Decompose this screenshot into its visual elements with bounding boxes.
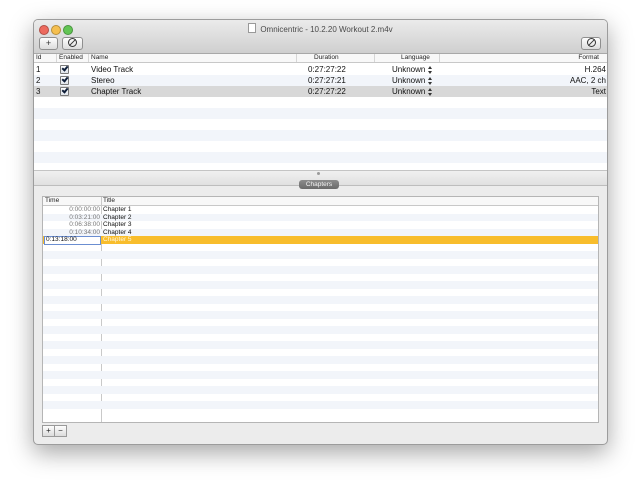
track-id: 2 [36,76,41,85]
document-icon [248,23,257,33]
enabled-checkbox[interactable] [60,65,69,74]
language-select[interactable]: Unknown [392,86,433,97]
tracks-header: Id Enabled Name Duration Language Format [34,54,607,63]
col-time[interactable]: Time [45,197,59,205]
track-format: AAC, 2 ch [569,76,606,85]
col-enabled[interactable]: Enabled [59,54,83,62]
list-item[interactable]: 0:10:34:00 Chapter 4 [43,228,598,236]
track-format: H.264 [584,65,606,74]
track-format: Text [591,87,606,96]
add-track-button[interactable]: + [39,37,58,50]
chapters-header: Time Title [43,197,598,206]
col-name[interactable]: Name [91,54,108,62]
track-duration: 0:27:27:22 [308,65,346,74]
titlebar: Omnicentric - 10.2.20 Workout 2.m4v + [34,20,607,54]
chapter-title: Chapter 3 [103,221,132,228]
chapter-time: 0:00:00:00 [69,206,100,213]
chapter-time-field[interactable]: 0:13:18:00 [44,236,101,245]
table-row[interactable]: 2 Stereo 0:27:27:21 Unknown AAC, 2 ch [34,75,607,86]
track-duration: 0:27:27:22 [308,87,346,96]
stepper-icon [428,65,433,74]
chapter-title: Chapter 5 [103,236,132,243]
remove-track-button[interactable] [62,37,83,50]
track-duration: 0:27:27:21 [308,76,346,85]
track-name: Video Track [91,65,134,74]
circle-slash-icon [68,38,77,47]
enabled-checkbox[interactable] [60,76,69,85]
table-row[interactable]: 3 Chapter Track 0:27:27:22 Unknown Text [34,86,607,97]
list-item[interactable]: 0:13:18:00 Chapter 5 [43,236,598,245]
chapter-title: Chapter 4 [103,228,132,236]
track-name: Stereo [91,76,115,85]
chapter-time: 0:03:21:00 [69,213,100,221]
table-row[interactable]: 1 Video Track 0:27:27:22 Unknown H.264 [34,64,607,75]
col-duration[interactable]: Duration [314,54,339,62]
main-window: Omnicentric - 10.2.20 Workout 2.m4v + Id… [33,19,608,445]
chapter-title: Chapter 2 [103,213,132,221]
language-select[interactable]: Unknown [392,64,433,75]
chapter-time: 0:10:34:00 [69,228,100,236]
track-id: 3 [36,87,41,96]
col-language[interactable]: Language [401,54,430,62]
list-item[interactable]: 0:03:21:00 Chapter 2 [43,213,598,221]
list-item[interactable]: 0:06:38:00 Chapter 3 [43,221,598,229]
track-name: Chapter Track [91,87,142,96]
chapters-table: Time Title 0:00:00:00 Chapter 1 0:03:21:… [42,196,599,423]
enabled-checkbox[interactable] [60,87,69,96]
chapter-time: 0:06:38:00 [69,221,100,228]
stepper-icon [428,87,433,96]
tracks-table: Id Enabled Name Duration Language Format… [34,54,607,170]
col-title[interactable]: Title [103,197,115,205]
stepper-icon [428,76,433,85]
window-title: Omnicentric - 10.2.20 Workout 2.m4v [34,23,607,34]
language-select[interactable]: Unknown [392,75,433,86]
col-id[interactable]: Id [36,54,41,62]
chapter-title: Chapter 1 [103,206,132,213]
list-item[interactable]: 0:00:00:00 Chapter 1 [43,206,598,214]
track-id: 1 [36,65,41,74]
settings-button[interactable] [581,37,601,50]
remove-chapter-button[interactable]: − [54,425,67,437]
tab-chapters[interactable]: Chapters [299,180,339,189]
splitter-handle-icon [317,172,320,175]
col-format[interactable]: Format [578,54,599,62]
gear-icon [586,38,596,47]
